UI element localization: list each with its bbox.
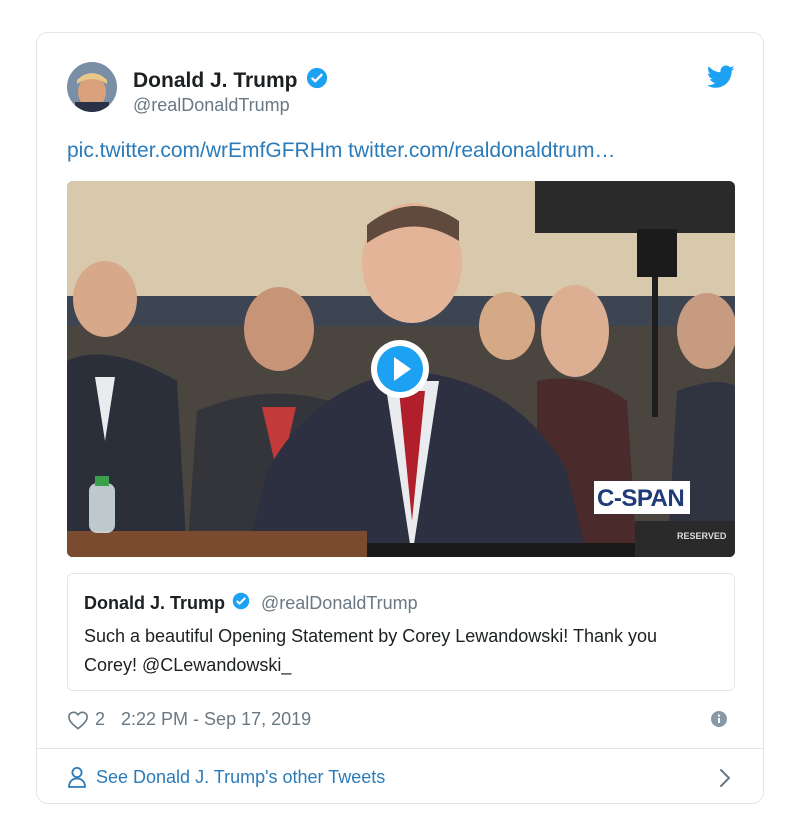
quoted-author-handle: @realDonaldTrump <box>261 593 418 613</box>
play-button[interactable] <box>371 340 429 398</box>
tweet-link[interactable]: pic.twitter.com/wrEmfGFRHm twitter.com/r… <box>67 139 615 163</box>
cspan-logo: C-SPAN <box>597 485 685 512</box>
like-button[interactable]: 2 <box>67 709 105 730</box>
twitter-bird-icon[interactable] <box>706 65 735 89</box>
reserved-label: RESERVED <box>677 531 727 541</box>
verified-icon <box>306 67 328 95</box>
chevron-right-icon <box>719 768 731 793</box>
person-icon <box>67 766 87 788</box>
quoted-tweet[interactable]: Donald J. Trump @realDonaldTrump Such a … <box>67 573 735 691</box>
quoted-tweet-header: Donald J. Trump @realDonaldTrump <box>84 592 418 615</box>
avatar[interactable] <box>67 62 117 112</box>
tweet-meta: 2 2:22 PM - Sep 17, 2019 <box>67 709 311 730</box>
verified-icon <box>232 592 250 615</box>
play-icon <box>377 346 423 392</box>
author-name[interactable]: Donald J. Trump <box>133 69 298 93</box>
info-icon[interactable] <box>711 711 727 732</box>
quoted-tweet-text: Such a beautiful Opening Statement by Co… <box>84 626 658 675</box>
heart-icon <box>68 710 88 730</box>
timestamp[interactable]: 2:22 PM - Sep 17, 2019 <box>121 709 311 730</box>
see-other-tweets-label: See Donald J. Trump's other Tweets <box>96 766 386 787</box>
tweet-card: Donald J. Trump @realDonaldTrump pic.twi… <box>36 32 764 804</box>
divider <box>37 748 763 749</box>
see-other-tweets-link[interactable]: See Donald J. Trump's other Tweets <box>67 766 731 788</box>
quoted-author-name: Donald J. Trump <box>84 593 226 613</box>
author-handle[interactable]: @realDonaldTrump <box>133 95 290 116</box>
author-name-row[interactable]: Donald J. Trump <box>133 67 328 95</box>
video-thumbnail[interactable]: C-SPAN RESERVED <box>67 181 735 557</box>
like-count: 2 <box>95 709 106 729</box>
